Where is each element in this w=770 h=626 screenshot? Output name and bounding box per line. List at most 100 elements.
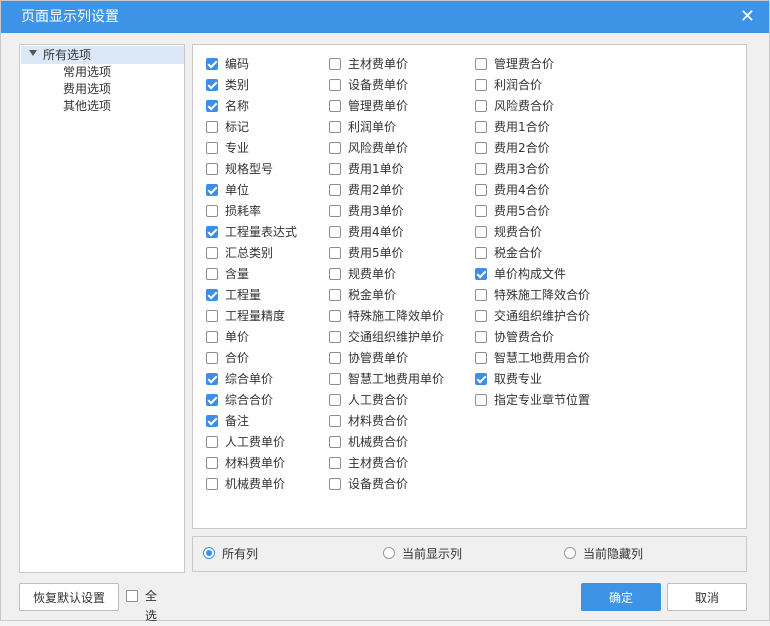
checkbox-box[interactable] [475,205,487,217]
checkbox-box[interactable] [329,331,341,343]
checkbox-box[interactable] [475,163,487,175]
checkbox-box[interactable] [329,58,341,70]
radio-indicator[interactable] [383,547,395,559]
checkbox-box[interactable] [475,268,487,280]
checkbox-box[interactable] [329,415,341,427]
column-option-label: 标记 [225,120,250,134]
checkbox-box[interactable] [206,478,218,490]
checkbox-box[interactable] [206,268,218,280]
checkbox-box[interactable] [206,79,218,91]
checkbox-box[interactable] [206,394,218,406]
checkbox-box[interactable] [206,415,218,427]
checkbox-box[interactable] [329,373,341,385]
column-option-label: 规费单价 [348,267,397,281]
checkbox-box[interactable] [475,310,487,322]
checkbox-box[interactable] [329,226,341,238]
column-option-label: 税金单价 [348,288,397,302]
checkbox-box[interactable] [329,436,341,448]
column-option-label: 管理费单价 [348,99,409,113]
column-option-label: 设备费合价 [348,477,409,491]
column-option-label: 取费专业 [494,372,543,386]
checkbox-box[interactable] [475,394,487,406]
checkbox-box[interactable] [206,457,218,469]
cancel-button[interactable]: 取消 [667,583,747,611]
checkbox-box[interactable] [329,184,341,196]
checkbox-box[interactable] [475,142,487,154]
checkbox-box[interactable] [475,352,487,364]
column-option-label: 材料费合价 [348,414,409,428]
checkbox-box[interactable] [329,478,341,490]
radio-indicator[interactable] [203,547,215,559]
checkbox-box[interactable] [329,310,341,322]
checkbox-box[interactable] [206,247,218,259]
checkbox-box[interactable] [206,58,218,70]
column-option-label: 特殊施工降效合价 [494,288,591,302]
column-option-label: 税金合价 [494,246,543,260]
checkbox-box[interactable] [475,331,487,343]
checkbox-box[interactable] [329,247,341,259]
checkbox-box[interactable] [329,142,341,154]
checkbox-box[interactable] [206,163,218,175]
checkbox-box[interactable] [206,352,218,364]
checkbox-box[interactable] [329,163,341,175]
checkbox-box[interactable] [329,121,341,133]
checkbox-box[interactable] [126,590,138,602]
checkbox-box[interactable] [329,394,341,406]
checkbox-box[interactable] [475,373,487,385]
column-option-label: 主材费单价 [348,57,409,71]
column-option-label: 工程量 [225,288,262,302]
checkbox-box[interactable] [475,247,487,259]
checkbox-box[interactable] [206,205,218,217]
checkbox-box[interactable] [329,100,341,112]
checkbox-box[interactable] [206,331,218,343]
column-option-label: 工程量表达式 [225,225,298,239]
column-option-label: 单价 [225,330,250,344]
column-option-label: 利润合价 [494,78,543,92]
checkbox-box[interactable] [329,457,341,469]
tree-root-label: 所有选项 [43,48,92,62]
checkbox-box[interactable] [475,289,487,301]
checkbox-box[interactable] [329,79,341,91]
radio-indicator[interactable] [564,547,576,559]
checkbox-box[interactable] [329,289,341,301]
column-option-label: 类别 [225,78,250,92]
checkbox-box[interactable] [475,184,487,196]
column-option-label: 特殊施工降效单价 [348,309,445,323]
checkbox-box[interactable] [329,352,341,364]
close-icon[interactable]: ✕ [740,1,755,33]
checkbox-box[interactable] [329,268,341,280]
checkbox-box[interactable] [475,100,487,112]
column-option-label: 专业 [225,141,250,155]
checkbox-box[interactable] [206,373,218,385]
tree-item-other-options[interactable]: 其他选项 [63,98,111,115]
checkbox-box[interactable] [475,121,487,133]
ok-button[interactable]: 确定 [581,583,661,611]
checkbox-box[interactable] [475,226,487,238]
column-options-panel: 编码 类别 名称 标记 专业 规格型号 单位 损耗率 工程量表达式 汇总类别 含量 工程量 工程量精度单… [192,44,747,529]
column-option-label: 机械费单价 [225,477,286,491]
expand-arrow-icon[interactable] [29,50,37,56]
checkbox-box[interactable] [475,79,487,91]
column-option-label: 风险费合价 [494,99,555,113]
checkbox-box[interactable] [206,310,218,322]
restore-default-button[interactable]: 恢复默认设置 [19,583,119,611]
tree-item-all-options[interactable]: 所有选项 [21,46,184,64]
radio-label: 当前显示列 [402,547,463,561]
column-option-label: 工程量精度 [225,309,286,323]
checkbox-box[interactable] [206,121,218,133]
checkbox-box[interactable] [206,226,218,238]
column-option-label: 汇总类别 [225,246,274,260]
checkbox-box[interactable] [206,436,218,448]
tree-item-fee-options[interactable]: 费用选项 [63,81,111,98]
checkbox-box[interactable] [206,184,218,196]
column-option-label: 综合合价 [225,393,274,407]
checkbox-box[interactable] [329,205,341,217]
column-option-label: 费用4合价 [494,183,550,197]
column-option-label: 费用3单价 [348,204,404,218]
tree-item-common-options[interactable]: 常用选项 [63,64,111,81]
checkbox-box[interactable] [206,289,218,301]
checkbox-box[interactable] [206,100,218,112]
checkbox-box[interactable] [206,142,218,154]
column-option-label: 费用5单价 [348,246,404,260]
checkbox-box[interactable] [475,58,487,70]
